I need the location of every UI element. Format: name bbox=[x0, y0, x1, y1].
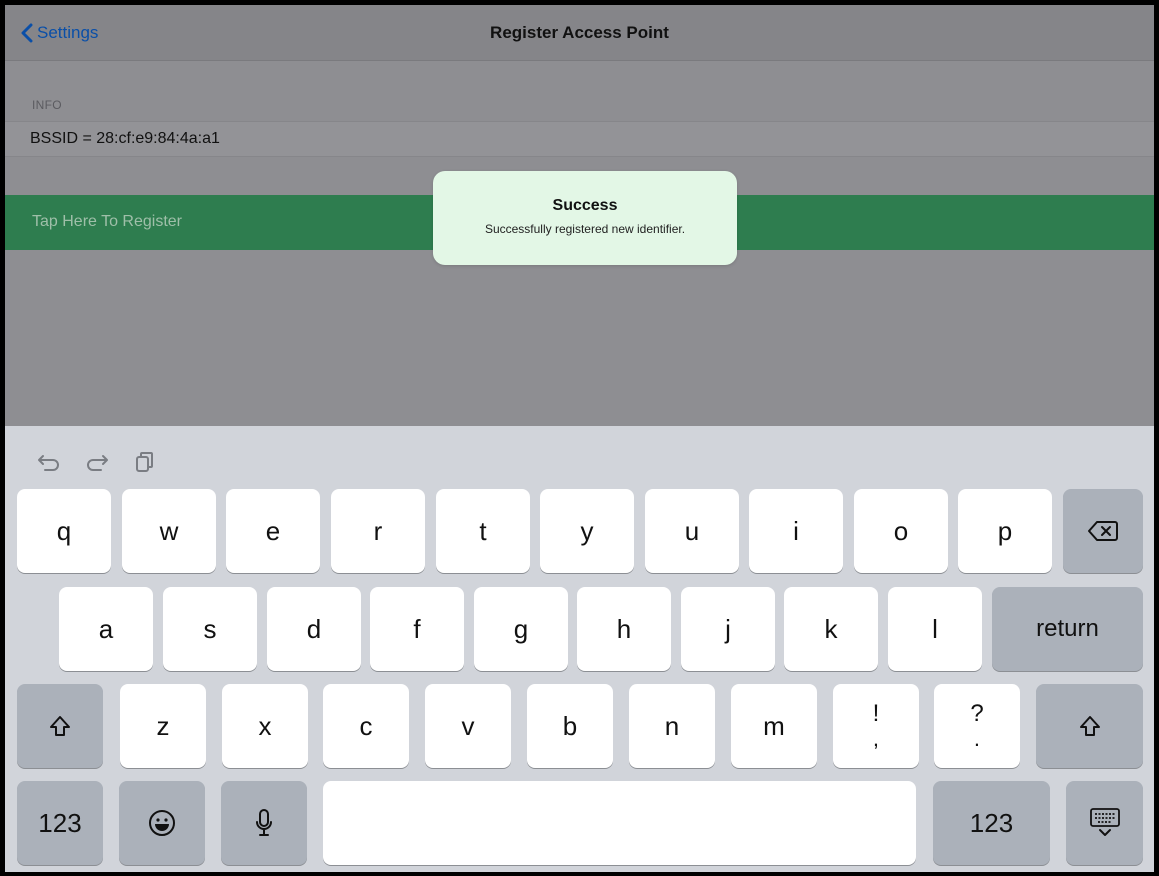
register-label: Tap Here To Register bbox=[32, 213, 182, 230]
keyboard-dismiss-icon bbox=[1089, 808, 1120, 836]
key-k[interactable]: k bbox=[784, 587, 878, 671]
delete-key[interactable] bbox=[1063, 489, 1143, 573]
shift-icon bbox=[1079, 716, 1100, 736]
key-o[interactable]: o bbox=[854, 489, 948, 573]
section-header: INFO bbox=[32, 98, 62, 112]
key-exclamation-comma[interactable]: !, bbox=[833, 684, 919, 768]
key-n[interactable]: n bbox=[629, 684, 715, 768]
key-l[interactable]: l bbox=[888, 587, 982, 671]
page-title: Register Access Point bbox=[490, 23, 669, 42]
key-z[interactable]: z bbox=[120, 684, 206, 768]
key-t[interactable]: t bbox=[436, 489, 530, 573]
return-key[interactable]: return bbox=[992, 587, 1143, 671]
shift-icon bbox=[50, 716, 70, 736]
key-u[interactable]: u bbox=[645, 489, 739, 573]
key-e[interactable]: e bbox=[226, 489, 320, 573]
microphone-icon bbox=[256, 809, 272, 836]
key-y[interactable]: y bbox=[540, 489, 634, 573]
keyboard: q w e r t y u i o p a s d f g h j k l re… bbox=[5, 426, 1154, 872]
key-g[interactable]: g bbox=[474, 587, 568, 671]
key-h[interactable]: h bbox=[577, 587, 671, 671]
key-c[interactable]: c bbox=[323, 684, 409, 768]
backspace-icon bbox=[1088, 521, 1118, 541]
key-m[interactable]: m bbox=[731, 684, 817, 768]
key-bottom-label: , bbox=[872, 726, 880, 751]
key-b[interactable]: b bbox=[527, 684, 613, 768]
toast-title: Success bbox=[552, 197, 618, 214]
space-bar[interactable] bbox=[323, 781, 916, 865]
numbers-key-left[interactable]: 123 bbox=[17, 781, 103, 865]
key-a[interactable]: a bbox=[59, 587, 153, 671]
key-f[interactable]: f bbox=[370, 587, 464, 671]
undo-icon[interactable] bbox=[35, 450, 63, 474]
key-i[interactable]: i bbox=[749, 489, 843, 573]
app-screen: Settings Register Access Point INFO BSSI… bbox=[5, 5, 1154, 872]
key-bottom-label: . bbox=[973, 726, 981, 751]
emoji-icon bbox=[149, 810, 175, 836]
key-d[interactable]: d bbox=[267, 587, 361, 671]
paste-icon[interactable] bbox=[131, 450, 159, 474]
key-top-label: ! bbox=[872, 700, 880, 727]
key-p[interactable]: p bbox=[958, 489, 1052, 573]
navigation-bar: Settings Register Access Point bbox=[5, 5, 1154, 61]
key-q[interactable]: q bbox=[17, 489, 111, 573]
key-v[interactable]: v bbox=[425, 684, 511, 768]
bssid-text: BSSID = 28:cf:e9:84:4a:a1 bbox=[30, 130, 220, 147]
shift-key-right[interactable] bbox=[1036, 684, 1143, 768]
key-r[interactable]: r bbox=[331, 489, 425, 573]
dictation-key[interactable] bbox=[221, 781, 307, 865]
key-j[interactable]: j bbox=[681, 587, 775, 671]
info-row: BSSID = 28:cf:e9:84:4a:a1 bbox=[5, 121, 1154, 157]
keyboard-shortcut-bar bbox=[35, 450, 159, 474]
redo-icon[interactable] bbox=[83, 450, 111, 474]
key-w[interactable]: w bbox=[122, 489, 216, 573]
numbers-key-right[interactable]: 123 bbox=[933, 781, 1050, 865]
key-x[interactable]: x bbox=[222, 684, 308, 768]
emoji-key[interactable] bbox=[119, 781, 205, 865]
dismiss-keyboard-key[interactable] bbox=[1066, 781, 1143, 865]
key-question-period[interactable]: ?. bbox=[934, 684, 1020, 768]
shift-key-left[interactable] bbox=[17, 684, 103, 768]
key-s[interactable]: s bbox=[163, 587, 257, 671]
key-top-label: ? bbox=[970, 700, 984, 727]
success-toast: Success Successfully registered new iden… bbox=[433, 171, 737, 265]
toast-message: Successfully registered new identifier. bbox=[484, 222, 686, 236]
